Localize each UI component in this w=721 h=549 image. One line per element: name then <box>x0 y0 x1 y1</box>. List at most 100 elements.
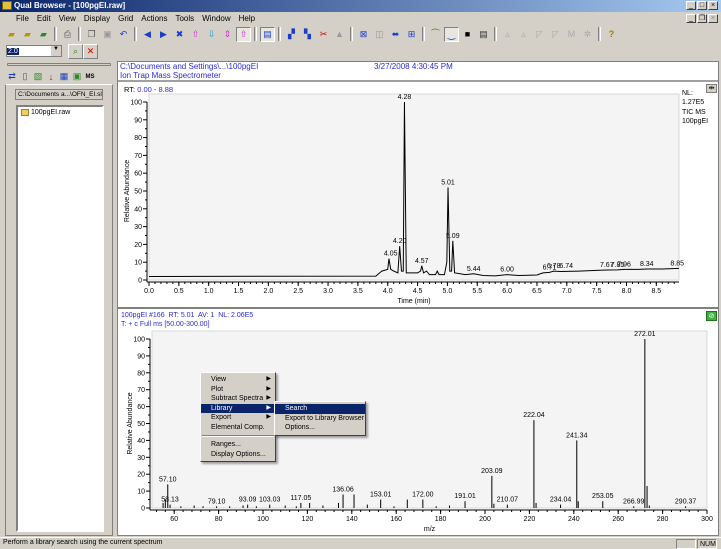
x-tick-label: 220 <box>524 516 536 523</box>
x-tick-label: 3.0 <box>323 288 333 295</box>
map-view-icon[interactable]: ■ <box>460 26 475 42</box>
menu-help[interactable]: Help <box>239 13 255 25</box>
peak-label: 241.34 <box>566 432 588 439</box>
grid-rows-icon[interactable]: ⬌ <box>388 26 403 42</box>
delete-cell-icon[interactable]: ✂ <box>316 26 331 42</box>
scan-file: 100pgEI #166 <box>121 312 165 319</box>
tab-sample-icon[interactable]: ▣ <box>71 70 83 83</box>
context-menu-item-subtract-spectra[interactable]: Subtract Spectra ▶ <box>201 394 275 404</box>
menu-grid[interactable]: Grid <box>118 13 133 25</box>
menu-bar: File Edit View Display Grid Actions Tool… <box>0 13 721 25</box>
library-submenu: Search Export to Library Browser Options..… <box>274 401 366 436</box>
x-tick-label: 0.0 <box>144 288 154 295</box>
child-restore-button[interactable]: ❐ <box>697 14 707 23</box>
child-minimize-button[interactable]: _ <box>686 14 696 23</box>
autoscale-icon[interactable]: ⇕ <box>220 26 235 42</box>
normalize-icon[interactable]: ⇧ <box>236 26 251 42</box>
context-menu-item-elemental-comp[interactable]: Elemental Comp. <box>201 423 275 433</box>
spectrum-view-icon[interactable]: ⏝ <box>444 26 459 42</box>
file-list-item[interactable]: 100pgEI.raw <box>18 107 102 118</box>
app-icon <box>2 1 12 10</box>
grid-cols-icon[interactable]: ◫ <box>372 26 387 42</box>
close-button[interactable]: × <box>708 1 718 10</box>
clear-icon[interactable]: ▲ <box>332 26 347 42</box>
x-tick-label: 4.0 <box>383 288 393 295</box>
y-tick-label: 40 <box>137 438 145 445</box>
menu-edit[interactable]: Edit <box>37 13 51 25</box>
panel-gripper[interactable] <box>7 63 111 66</box>
tab-spectrum-icon[interactable]: ↓ <box>45 70 57 83</box>
peak-label: 8.85 <box>670 260 684 267</box>
menu-item-label: Export <box>211 414 232 421</box>
insert-cell-below-icon[interactable]: ▚ <box>300 26 315 42</box>
y-tick-label: 60 <box>137 404 145 411</box>
pin-icon[interactable]: ▤ <box>260 26 275 42</box>
next-icon[interactable]: ▶ <box>156 26 171 42</box>
menu-file[interactable]: File <box>16 13 29 25</box>
context-menu-item-plot[interactable]: Plot ▶ <box>201 385 275 395</box>
y-tick-label: 70 <box>137 387 145 394</box>
spectrum-tool1-icon[interactable]: ▵ <box>500 26 515 42</box>
scan-header-icon[interactable]: ▤ <box>476 26 491 42</box>
menu-item-label: Ranges... <box>211 441 241 448</box>
y-tick-label: 80 <box>134 135 142 142</box>
spectrum-tool4-icon[interactable]: ◸ <box>548 26 563 42</box>
x-tick-label: 0.5 <box>174 288 184 295</box>
submenu-item-export-to-library-browser[interactable]: Export to Library Browser <box>275 414 365 424</box>
scan-rt: RT: 5.01 <box>168 312 195 319</box>
raw-file-path: C:\Documents and Settings\...\100pgEI <box>120 62 259 71</box>
spectrum-tool6-icon[interactable]: ✲ <box>580 26 595 42</box>
help-icon[interactable]: ? <box>604 26 619 42</box>
context-menu-item-library[interactable]: Library ▶ <box>201 403 275 413</box>
menu-actions[interactable]: Actions <box>141 13 167 25</box>
x-tick-label: 140 <box>346 516 358 523</box>
zoom-reset-icon[interactable]: ✖ <box>172 26 187 42</box>
minimize-button[interactable]: _ <box>686 1 696 10</box>
tab-info-icon[interactable]: ⇄ <box>6 70 18 83</box>
zoom-in-y-icon[interactable]: ⇧ <box>188 26 203 42</box>
tab-document-icon[interactable]: ▯ <box>19 70 31 83</box>
insert-cell-icon[interactable]: ▞ <box>284 26 299 42</box>
menu-window[interactable]: Window <box>202 13 230 25</box>
context-menu-item-view[interactable]: View ▶ <box>201 375 275 385</box>
spectrum-tool2-icon[interactable]: ▵ <box>516 26 531 42</box>
x-tick-label: 5.0 <box>443 288 453 295</box>
paste-icon[interactable]: ▣ <box>100 26 115 42</box>
grid-icon[interactable]: ⊠ <box>356 26 371 42</box>
status-pane <box>676 539 696 549</box>
chevron-down-icon[interactable]: ▼ <box>51 46 61 56</box>
peak-label: 191.01 <box>454 493 476 500</box>
submenu-arrow-icon: ▶ <box>266 414 271 420</box>
grid-all-icon[interactable]: ⊞ <box>404 26 419 42</box>
context-menu-item-export[interactable]: Export ▶ <box>201 413 275 423</box>
zoom-cancel-icon[interactable]: ✕ <box>83 44 98 59</box>
zoom-apply-icon[interactable]: ⌕ <box>68 44 83 59</box>
spectrum-tool5-icon[interactable]: M <box>564 26 579 42</box>
cell-divider[interactable] <box>118 307 718 309</box>
undo-icon[interactable]: ↶ <box>116 26 131 42</box>
submenu-item-options[interactable]: Options... <box>275 423 365 433</box>
maximize-button[interactable]: □ <box>697 1 707 10</box>
menu-tools[interactable]: Tools <box>175 13 194 25</box>
chromatogram-view-icon[interactable]: ⏜ <box>428 26 443 42</box>
context-menu-item-ranges[interactable]: Ranges... <box>201 440 275 450</box>
context-menu-item-display-options[interactable]: Display Options... <box>201 450 275 460</box>
tab-scan-icon[interactable]: ▦ <box>58 70 70 83</box>
print-icon[interactable]: ⎙ <box>60 26 75 42</box>
save-icon[interactable]: ▰ <box>36 26 51 42</box>
previous-icon[interactable]: ◀ <box>140 26 155 42</box>
open-icon[interactable]: ▰ <box>4 26 19 42</box>
tab-chromatogram-icon[interactable]: ▧ <box>32 70 44 83</box>
submenu-item-search[interactable]: Search <box>275 404 365 414</box>
copy-icon[interactable]: ❐ <box>84 26 99 42</box>
spectrum-tool3-icon[interactable]: ◸ <box>532 26 547 42</box>
zoom-select[interactable]: 2.0 ▼ <box>6 45 62 57</box>
chromatogram-plot[interactable]: 0 10 20 30 40 50 60 70 80 90 100 0.0 0.5 1.0 1.5 2.0 2.5… <box>117 90 717 305</box>
pin-active-icon[interactable]: ⊘ <box>706 311 717 321</box>
menu-view[interactable]: View <box>59 13 76 25</box>
menu-display[interactable]: Display <box>84 13 110 25</box>
open-layout-icon[interactable]: ▰ <box>20 26 35 42</box>
tab-ms-icon[interactable]: MS <box>84 70 96 83</box>
zoom-out-y-icon[interactable]: ⇩ <box>204 26 219 42</box>
child-close-button[interactable]: × <box>708 14 718 23</box>
